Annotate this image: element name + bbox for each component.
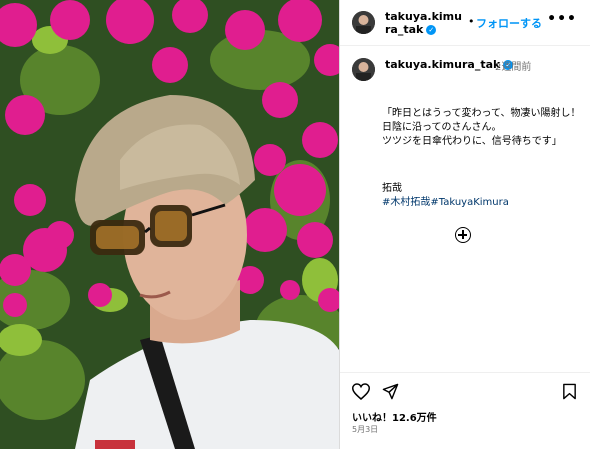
post-caption: 「昨日とはうって変わって、物凄い陽射し！ 日陰に沿ってのさんさん。 ツツジを日傘… bbox=[382, 108, 581, 147]
action-bar: いいね！12.6万件 5月3日 bbox=[340, 372, 590, 450]
caption-avatar[interactable] bbox=[352, 58, 375, 81]
header-username[interactable]: takuya.kimura_tak ✓ bbox=[385, 10, 467, 36]
heart-icon[interactable] bbox=[352, 383, 370, 400]
share-icon[interactable] bbox=[382, 383, 399, 400]
avatar[interactable] bbox=[352, 11, 375, 34]
post-timestamp[interactable]: 2週間前 bbox=[495, 58, 531, 73]
caption-signature: 拓哉 bbox=[382, 183, 402, 194]
post-date[interactable]: 5月3日 bbox=[352, 424, 378, 435]
separator-dot: • bbox=[468, 15, 475, 28]
post-sidebar: takuya.kimura_tak ✓ • フォローする ••• takuya.k… bbox=[339, 0, 590, 449]
more-icon[interactable]: ••• bbox=[547, 11, 577, 27]
follow-button[interactable]: フォローする bbox=[476, 15, 542, 31]
post-header: takuya.kimura_tak ✓ • フォローする ••• bbox=[340, 0, 590, 46]
like-count[interactable]: いいね！12.6万件 bbox=[352, 409, 437, 424]
photo-illustration bbox=[0, 0, 339, 449]
post-window: takuya.kimura_tak ✓ • フォローする ••• takuya.k… bbox=[0, 0, 590, 449]
username-text[interactable]: takuya.kimura_tak bbox=[385, 10, 462, 36]
hashtag-links[interactable]: #木村拓哉#TakuyaKimura bbox=[382, 193, 509, 208]
verified-badge-icon: ✓ bbox=[426, 25, 437, 35]
add-comment-icon[interactable] bbox=[455, 227, 471, 243]
bookmark-icon[interactable] bbox=[562, 383, 577, 400]
post-photo[interactable] bbox=[0, 0, 339, 449]
caption-username-text[interactable]: takuya.kimura_tak bbox=[385, 58, 500, 71]
